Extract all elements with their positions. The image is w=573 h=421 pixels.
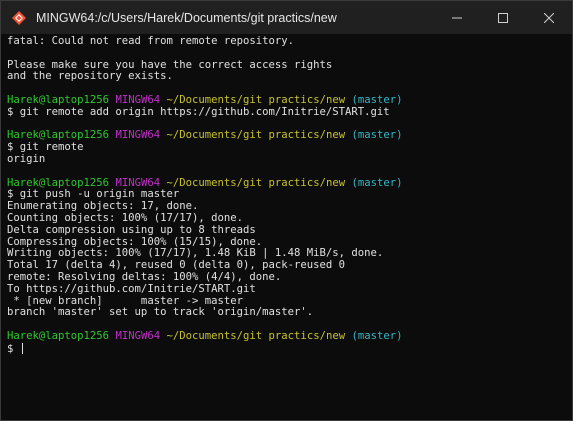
prompt-line: Harek@laptop1256 MINGW64 ~/Documents/git… xyxy=(7,93,572,107)
window-controls xyxy=(434,1,572,34)
prompt-branch: (master) xyxy=(351,129,403,142)
maximize-icon xyxy=(498,12,508,23)
terminal-output[interactable]: fatal: Could not read from remote reposi… xyxy=(1,34,572,420)
output-line: fatal: Could not read from remote reposi… xyxy=(7,35,295,47)
prompt-path: ~/Documents/git practics/new xyxy=(166,93,346,106)
title-bar[interactable]: MINGW64:/c/Users/Harek/Documents/git pra… xyxy=(1,1,572,34)
prompt-user: Harek@laptop1256 xyxy=(7,176,110,189)
prompt-host: MINGW64 xyxy=(115,129,161,142)
prompt-branch: (master) xyxy=(351,93,403,106)
prompt-user: Harek@laptop1256 xyxy=(7,129,110,142)
git-bash-diamond-icon[interactable] xyxy=(10,9,28,27)
prompt-branch: (master) xyxy=(351,176,403,189)
output-line: To https://github.com/Initrie/START.git xyxy=(7,282,256,295)
minimize-icon xyxy=(452,17,462,18)
terminal-window: MINGW64:/c/Users/Harek/Documents/git pra… xyxy=(0,0,573,421)
output-line: and the repository exists. xyxy=(7,70,173,83)
prompt-user: Harek@laptop1256 xyxy=(7,329,110,342)
prompt-host: MINGW64 xyxy=(115,93,161,106)
prompt-host: MINGW64 xyxy=(115,176,161,189)
prompt-line: Harek@laptop1256 MINGW64 ~/Documents/git… xyxy=(7,329,572,343)
minimize-button[interactable] xyxy=(434,1,480,34)
output-line: branch 'master' set up to track 'origin/… xyxy=(7,306,314,319)
prompt-line: Harek@laptop1256 MINGW64 ~/Documents/git… xyxy=(7,129,572,142)
scrollbar[interactable] xyxy=(567,3,571,385)
text-cursor xyxy=(21,342,23,354)
prompt-path: ~/Documents/git practics/new xyxy=(166,176,346,189)
output-line: remote: Resolving deltas: 100% (4/4), do… xyxy=(7,270,282,283)
output-line: Delta compression using up to 8 threads xyxy=(7,223,256,236)
command-line: $ git remote add origin https://github.c… xyxy=(7,105,390,118)
prompt-path: ~/Documents/git practics/new xyxy=(166,329,346,342)
input-prompt-symbol: $ xyxy=(7,342,20,355)
prompt-path: ~/Documents/git practics/new xyxy=(166,129,346,142)
prompt-user: Harek@laptop1256 xyxy=(7,93,110,106)
close-button[interactable] xyxy=(526,1,572,34)
output-line: origin xyxy=(7,152,46,165)
maximize-button[interactable] xyxy=(480,1,526,34)
command-input-line[interactable]: $ xyxy=(7,342,572,355)
window-title: MINGW64:/c/Users/Harek/Documents/git pra… xyxy=(36,10,337,25)
close-icon xyxy=(544,12,554,23)
prompt-branch: (master) xyxy=(351,329,403,342)
output-line: Counting objects: 100% (17/17), done. xyxy=(7,211,243,224)
command-line: $ git remote xyxy=(7,141,84,154)
prompt-host: MINGW64 xyxy=(115,329,161,342)
